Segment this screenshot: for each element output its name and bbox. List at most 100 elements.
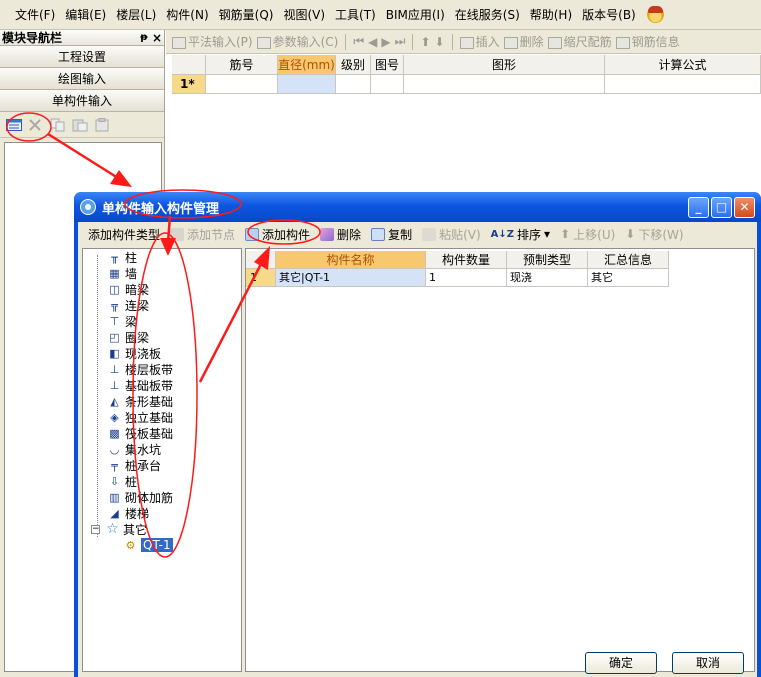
minimize-button[interactable]: _ — [688, 197, 709, 218]
tree-item-strip-foundation[interactable]: ◭ 条形基础 — [107, 393, 173, 409]
component-manager-icon[interactable] — [6, 118, 22, 132]
menu-view[interactable]: 视图(V) — [278, 0, 330, 30]
cell-grade[interactable] — [336, 75, 371, 94]
tree-item-raft-foundation[interactable]: ▩ 筏板基础 — [107, 425, 173, 441]
col-diameter[interactable]: 直径(mm) — [278, 55, 336, 75]
col-figure[interactable]: 图形 — [404, 55, 605, 75]
tree-item-sump-pit[interactable]: ◡ 集水坑 — [107, 441, 161, 457]
menu-file[interactable]: 文件(F) — [10, 0, 60, 30]
col-grade[interactable]: 级别 — [336, 55, 371, 75]
cell-figure[interactable] — [404, 75, 605, 94]
col-bar-number[interactable]: 筋号 — [206, 55, 278, 75]
pin-icon[interactable]: ᵽ — [138, 32, 150, 43]
component-grid: 构件名称 构件数量 预制类型 汇总信息 1 其它|QT-1 1 现浇 其它 — [245, 248, 755, 672]
nav-single-component-input[interactable]: 单构件输入 — [0, 90, 164, 112]
collapse-icon[interactable]: − — [91, 524, 100, 534]
col-prefab-type[interactable]: 预制类型 — [507, 251, 588, 269]
menu-version[interactable]: 版本号(B) — [577, 0, 641, 30]
col-formula[interactable]: 计算公式 — [605, 55, 761, 75]
tree-item-ring-beam[interactable]: ◰ 圈梁 — [107, 329, 149, 345]
tree-item-pile-cap[interactable]: ╤ 桩承台 — [107, 457, 161, 473]
tree-item-hidden-beam[interactable]: ◫ 暗梁 — [107, 281, 149, 297]
pile-cap-icon: ╤ — [111, 458, 118, 472]
add-component-button[interactable]: 添加构件 — [241, 226, 314, 243]
menu-floor[interactable]: 楼层(L) — [111, 0, 161, 30]
col-summary-info[interactable]: 汇总信息 — [588, 251, 669, 269]
copy-button[interactable]: 复制 — [367, 226, 416, 243]
add-type-button[interactable]: 添加构件类型 — [84, 226, 164, 243]
cancel-button[interactable]: 取消 — [672, 652, 744, 674]
param-input-button[interactable]: 参数输入(C) — [256, 33, 338, 50]
component-type-tree: ╥ 柱 ▦ 墙 ◫ 暗梁 ╦ 连梁 ⊤ 梁 ◰ 圈梁 ◧ 现浇板 ⊥ 楼层板带 ⊥ 基础板带 ◭ 条… — [82, 248, 242, 672]
tree-item-wall[interactable]: ▦ 墙 — [107, 265, 137, 281]
flat-input-button[interactable]: 平法输入(P) — [172, 33, 253, 50]
close-icon[interactable]: × — [150, 31, 164, 45]
menu-online-service[interactable]: 在线服务(S) — [450, 0, 525, 30]
copy-icon[interactable] — [50, 118, 66, 132]
move-down-arrow-icon[interactable]: ⬇ — [435, 35, 445, 49]
row-number[interactable]: 1 — [246, 269, 276, 287]
paste-special-icon[interactable] — [94, 117, 110, 132]
move-up-arrow-icon[interactable]: ⬆ — [420, 35, 430, 49]
add-node-button[interactable]: 添加节点 — [166, 226, 239, 243]
tree-item-beam[interactable]: ⊤ 梁 — [107, 313, 137, 329]
paste-button[interactable]: 粘贴(V) — [418, 226, 485, 243]
menu-tools[interactable]: 工具(T) — [330, 0, 381, 30]
row-header[interactable]: 1* — [172, 75, 206, 94]
rebar-info-button[interactable]: 钢筋信息 — [615, 33, 680, 50]
tree-item-other[interactable]: − ☆ 其它 — [91, 521, 147, 537]
dialog-title-bar[interactable]: 单构件输入构件管理 _ □ ✕ — [74, 192, 761, 222]
maximize-button[interactable]: □ — [711, 197, 732, 218]
cell-figure-number[interactable] — [371, 75, 404, 94]
tree-item-qt1[interactable]: ⚙ QT-1 — [123, 537, 173, 553]
prev-record-icon[interactable]: ◀ — [368, 35, 377, 49]
paste-icon — [422, 227, 437, 241]
scale-rebar-button[interactable]: 缩尺配筋 — [547, 33, 612, 50]
move-up-button[interactable]: ⬆ 上移(U) — [556, 226, 619, 243]
cell-prefab-type[interactable]: 现浇 — [507, 269, 588, 287]
delete-icon[interactable] — [28, 118, 44, 132]
nav-project-settings[interactable]: 工程设置 — [0, 46, 164, 68]
move-down-button[interactable]: ⬇ 下移(W) — [621, 226, 687, 243]
col-figure-number[interactable]: 图号 — [371, 55, 404, 75]
menu-bim[interactable]: BIM应用(I) — [381, 0, 450, 30]
last-record-icon[interactable]: ⏭ — [395, 34, 406, 49]
cell-diameter[interactable] — [278, 75, 336, 94]
isolated-foundation-icon: ◈ — [110, 410, 119, 424]
delete-row-button[interactable]: 删除 — [503, 33, 544, 50]
tree-item-cast-slab[interactable]: ◧ 现浇板 — [107, 345, 161, 361]
scale-rebar-icon — [547, 36, 562, 49]
next-record-icon[interactable]: ▶ — [381, 35, 390, 49]
ring-beam-icon: ◰ — [109, 330, 120, 344]
tree-item-coupling-beam[interactable]: ╦ 连梁 — [107, 297, 149, 313]
cell-bar-number[interactable] — [206, 75, 278, 94]
delete-button[interactable]: 删除 — [316, 226, 365, 243]
tree-item-masonry-rebar[interactable]: ▥ 砌体加筋 — [107, 489, 173, 505]
tree-item-foundation-slab-strip[interactable]: ⊥ 基础板带 — [107, 377, 173, 393]
cell-formula[interactable] — [605, 75, 761, 94]
close-button[interactable]: ✕ — [734, 197, 755, 218]
tree-item-isolated-foundation[interactable]: ◈ 独立基础 — [107, 409, 173, 425]
nav-drawing-input[interactable]: 绘图输入 — [0, 68, 164, 90]
cell-summary-info[interactable]: 其它 — [588, 269, 669, 287]
menu-component[interactable]: 构件(N) — [161, 0, 213, 30]
mascot-icon[interactable] — [646, 6, 664, 23]
paste-icon[interactable] — [72, 118, 88, 132]
col-component-name[interactable]: 构件名称 — [276, 251, 426, 269]
first-record-icon[interactable]: ⏮ — [353, 34, 364, 49]
insert-button[interactable]: 插入 — [459, 33, 500, 50]
sort-az-icon: A↓Z — [490, 228, 515, 240]
cell-component-count[interactable]: 1 — [426, 269, 507, 287]
menu-rebar-quantity[interactable]: 钢筋量(Q) — [214, 0, 279, 30]
tree-item-column[interactable]: ╥ 柱 — [107, 249, 137, 265]
tree-item-pile[interactable]: ⇩ 桩 — [107, 473, 137, 489]
param-input-icon — [256, 36, 271, 49]
cell-component-name[interactable]: 其它|QT-1 — [276, 269, 426, 287]
ok-button[interactable]: 确定 — [585, 652, 657, 674]
sort-button[interactable]: A↓Z 排序 ▾ — [487, 226, 554, 243]
menu-edit[interactable]: 编辑(E) — [60, 0, 111, 30]
tree-item-floor-slab-strip[interactable]: ⊥ 楼层板带 — [107, 361, 173, 377]
tree-item-stairs[interactable]: ◢ 楼梯 — [107, 505, 149, 521]
col-component-count[interactable]: 构件数量 — [426, 251, 507, 269]
menu-help[interactable]: 帮助(H) — [525, 0, 577, 30]
